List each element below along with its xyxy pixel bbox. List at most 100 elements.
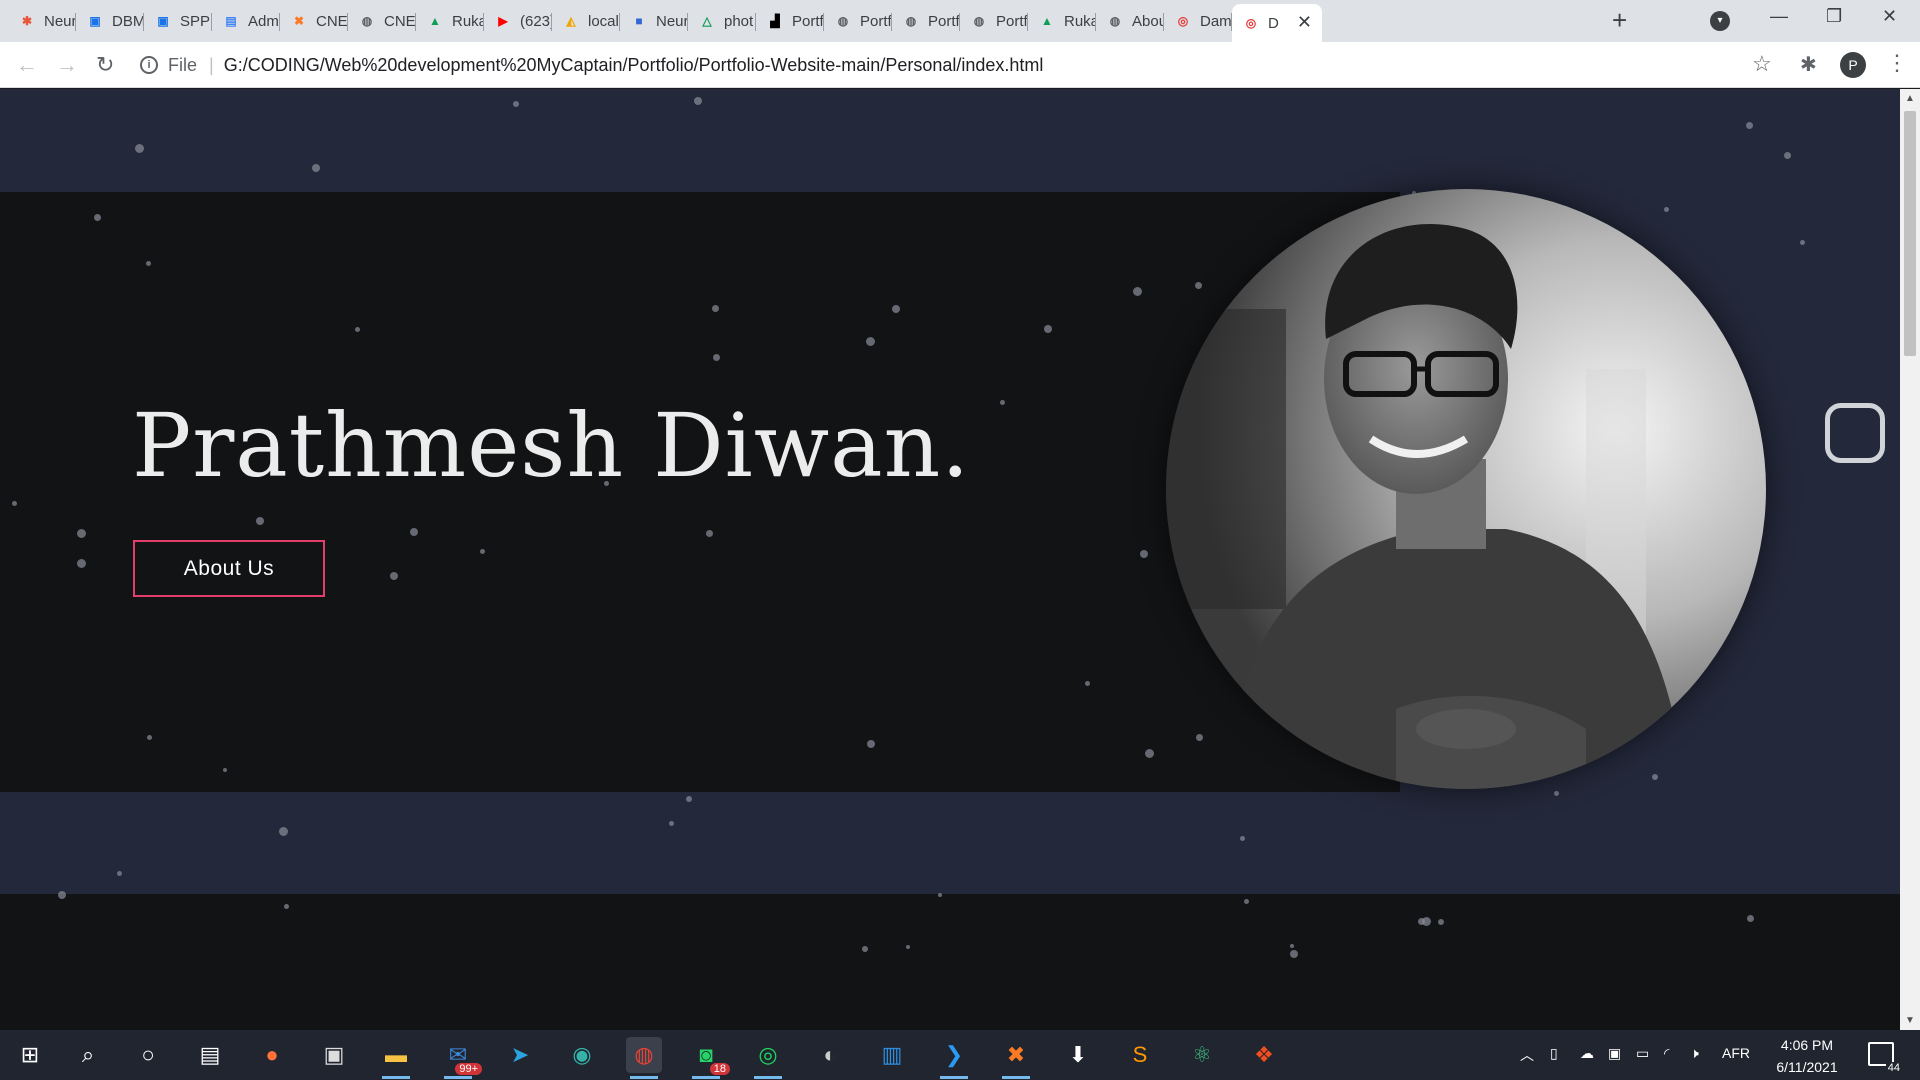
particle-dot bbox=[223, 768, 227, 772]
tab-label: Ruka bbox=[452, 12, 484, 30]
tray-app-icon[interactable]: ▯ bbox=[1550, 1045, 1558, 1062]
tab-8[interactable]: ◭ locall bbox=[552, 6, 620, 36]
particle-dot bbox=[1800, 240, 1805, 245]
close-tab-icon[interactable]: ✕ bbox=[1297, 12, 1312, 33]
task-view-icon[interactable]: ▤ bbox=[192, 1037, 228, 1073]
url-text[interactable]: G:/CODING/Web%20development%20MyCaptain/… bbox=[224, 55, 1044, 76]
file-explorer-icon[interactable]: ▬ bbox=[378, 1037, 414, 1079]
tab-17[interactable]: ◎ Dam bbox=[1164, 6, 1232, 36]
search-icon[interactable]: ⌕ bbox=[70, 1037, 106, 1073]
tab-5[interactable]: ◍ CNET bbox=[348, 6, 416, 36]
particle-dot bbox=[1747, 915, 1754, 922]
battery-icon[interactable]: ▭ bbox=[1636, 1045, 1649, 1062]
address-bar[interactable]: i File | G:/CODING/Web%20development%20M… bbox=[140, 49, 1770, 81]
restore-icon[interactable]: ❐ bbox=[1826, 6, 1842, 27]
particle-dot bbox=[58, 891, 66, 899]
atom-icon[interactable]: ⚛ bbox=[1184, 1037, 1220, 1073]
scroll-indicator[interactable] bbox=[1825, 403, 1885, 463]
store-icon[interactable]: ▣ bbox=[316, 1037, 352, 1073]
mail-icon[interactable]: ✉ 99+ bbox=[440, 1037, 482, 1079]
tab-1[interactable]: ▣ DBM bbox=[76, 6, 144, 36]
firefox-icon[interactable]: ● bbox=[254, 1037, 290, 1073]
notification-center-icon[interactable]: 44 bbox=[1868, 1042, 1902, 1074]
wifi-icon[interactable]: ◜ bbox=[1664, 1045, 1669, 1062]
profile-avatar[interactable]: P bbox=[1840, 52, 1866, 78]
about-us-button[interactable]: About Us bbox=[133, 540, 325, 597]
tray-overflow-icon[interactable]: ︿ bbox=[1520, 1045, 1534, 1065]
forward-icon[interactable]: → bbox=[56, 52, 78, 78]
tab-18[interactable]: ◎ D ✕ bbox=[1232, 4, 1322, 42]
particle-dot bbox=[1044, 325, 1052, 333]
particle-dot bbox=[1290, 950, 1298, 958]
volume-muted-icon[interactable]: 🕨 bbox=[1690, 1045, 1699, 1062]
bookmark-star-icon[interactable]: ☆ bbox=[1752, 51, 1772, 77]
whatsapp-icon[interactable]: ◙ 18 bbox=[688, 1037, 730, 1079]
book-icon: ▤ bbox=[225, 14, 237, 28]
tab-3[interactable]: ▤ Adm bbox=[212, 6, 280, 36]
extensions-puzzle-icon[interactable]: ✱ bbox=[1800, 52, 1817, 77]
scheme-label: File bbox=[168, 54, 198, 75]
spotify-icon[interactable]: ◎ bbox=[750, 1037, 786, 1079]
onedrive-icon[interactable]: ☁ bbox=[1580, 1045, 1594, 1062]
particle-dot bbox=[410, 528, 418, 536]
page-scrollbar[interactable]: ▲ ▼ bbox=[1900, 89, 1920, 1030]
chrome-icon[interactable]: ◍ bbox=[626, 1037, 662, 1079]
tab-10[interactable]: △ phot bbox=[688, 6, 756, 36]
tab-label: phot bbox=[724, 12, 754, 30]
tab-0[interactable]: ✱ Neur bbox=[8, 6, 76, 36]
tab-14[interactable]: ◍ Portf bbox=[960, 6, 1028, 36]
tab-7[interactable]: ▶ (623) bbox=[484, 6, 552, 36]
tab-12[interactable]: ◍ Portf bbox=[824, 6, 892, 36]
cortana-icon[interactable]: ○ bbox=[130, 1037, 166, 1073]
tab-11[interactable]: ▟ Portf bbox=[756, 6, 824, 36]
scroll-down-icon[interactable]: ▼ bbox=[1905, 1015, 1915, 1026]
menu-kebab-icon[interactable]: ⋮ bbox=[1886, 50, 1908, 76]
tab-4[interactable]: ✖ CNET bbox=[280, 6, 348, 36]
tab-search-icon[interactable]: ▾ bbox=[1710, 11, 1730, 31]
tab-13[interactable]: ◍ Portf bbox=[892, 6, 960, 36]
particle-dot bbox=[713, 354, 720, 361]
target-icon: ◎ bbox=[1245, 16, 1257, 30]
scroll-up-icon[interactable]: ▲ bbox=[1905, 93, 1915, 104]
new-tab-button[interactable]: + bbox=[1612, 6, 1627, 34]
tab-9[interactable]: ■ Neur bbox=[620, 6, 688, 36]
tray-security-icon[interactable]: ▣ bbox=[1608, 1045, 1621, 1062]
asterisk-icon: ✱ bbox=[21, 14, 33, 28]
particle-dot bbox=[1652, 774, 1658, 780]
info-icon[interactable]: i bbox=[140, 56, 158, 74]
sublime-icon[interactable]: S bbox=[1122, 1037, 1158, 1073]
edge-icon[interactable]: ◉ bbox=[564, 1037, 600, 1073]
globe-icon: ◍ bbox=[1109, 14, 1121, 28]
particle-dot bbox=[1133, 287, 1142, 296]
clock[interactable]: 4:06 PM 6/11/2021 bbox=[1762, 1034, 1852, 1078]
xampp-icon[interactable]: ✖ bbox=[998, 1037, 1034, 1079]
language-indicator[interactable]: AFR bbox=[1722, 1045, 1750, 1061]
tab-15[interactable]: ▲ Ruka bbox=[1028, 6, 1096, 36]
reload-icon[interactable]: ↻ bbox=[96, 52, 114, 78]
back-icon[interactable]: ← bbox=[16, 52, 38, 78]
particle-dot bbox=[1196, 734, 1203, 741]
trello-icon[interactable]: ▥ bbox=[874, 1037, 910, 1073]
particle-dot bbox=[862, 946, 868, 952]
minimize-icon[interactable]: — bbox=[1770, 6, 1788, 27]
particle-dot bbox=[686, 796, 692, 802]
tab-16[interactable]: ◍ Abou bbox=[1096, 6, 1164, 36]
git-client-icon[interactable]: ⬇ bbox=[1060, 1037, 1096, 1073]
windows-start-icon[interactable]: ⊞ bbox=[12, 1037, 48, 1073]
particle-dot bbox=[1438, 919, 1444, 925]
vscode-icon[interactable]: ❯ bbox=[936, 1037, 972, 1079]
telegram-icon[interactable]: ➤ bbox=[502, 1037, 538, 1073]
browser-toolbar: ← → ↻ i File | G:/CODING/Web%20developme… bbox=[0, 42, 1920, 88]
contact-icon: ▣ bbox=[157, 14, 169, 28]
tab-6[interactable]: ▲ Ruka bbox=[416, 6, 484, 36]
globe-app-icon[interactable]: ◐ bbox=[812, 1037, 848, 1073]
scrollbar-thumb[interactable] bbox=[1904, 111, 1916, 356]
whatsapp-badge: 18 bbox=[709, 1063, 730, 1075]
tab-2[interactable]: ▣ SPPU bbox=[144, 6, 212, 36]
tab-label: Portf bbox=[792, 12, 824, 30]
close-window-icon[interactable]: ✕ bbox=[1882, 6, 1897, 27]
drive-icon: △ bbox=[702, 14, 712, 28]
figma-icon[interactable]: ❖ bbox=[1246, 1037, 1282, 1073]
particle-dot bbox=[892, 305, 900, 313]
hero-title: Prathmesh Diwan. bbox=[132, 394, 971, 497]
